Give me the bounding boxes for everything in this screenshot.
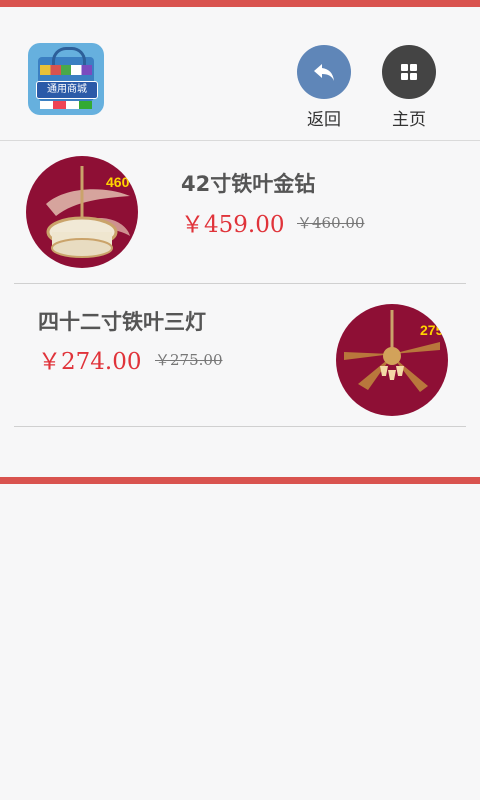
logo-product-strip	[40, 65, 92, 75]
logo-bottom-strip	[40, 101, 92, 109]
logo-bag-handle	[52, 47, 86, 66]
price-tag-image-text: 460	[106, 174, 130, 190]
product-thumbnail[interactable]: 275	[336, 304, 448, 416]
logo-text: 通用商城	[36, 81, 98, 99]
product-item[interactable]: 四十二寸铁叶三灯 ￥274.00 ￥275.00 275	[14, 284, 466, 427]
home-label: 主页	[392, 110, 426, 130]
store-logo[interactable]: 通用商城	[28, 43, 104, 115]
header: 通用商城 返回 主页	[0, 7, 480, 141]
back-button[interactable]: 返回	[294, 45, 354, 130]
bottom-accent-bar	[0, 477, 480, 484]
back-label: 返回	[307, 110, 341, 130]
product-name[interactable]: 42寸铁叶金钻	[181, 168, 315, 198]
product-name[interactable]: 四十二寸铁叶三灯	[38, 306, 206, 336]
home-button[interactable]: 主页	[379, 45, 439, 130]
back-icon[interactable]	[297, 45, 351, 99]
product-list: 460 42寸铁叶金钻 ￥459.00 ￥460.00 四十二寸铁叶三灯 ￥27…	[14, 141, 466, 427]
product-original-price: ￥460.00	[297, 214, 365, 232]
top-accent-bar	[0, 0, 480, 7]
product-price: ￥459.00	[181, 212, 285, 238]
product-thumbnail[interactable]: 460	[26, 156, 138, 268]
product-item[interactable]: 460 42寸铁叶金钻 ￥459.00 ￥460.00	[14, 141, 466, 284]
price-tag-image-text: 275	[420, 322, 444, 338]
product-price: ￥274.00	[38, 349, 142, 375]
product-original-price: ￥275.00	[155, 351, 223, 369]
grid-icon[interactable]	[382, 45, 436, 99]
